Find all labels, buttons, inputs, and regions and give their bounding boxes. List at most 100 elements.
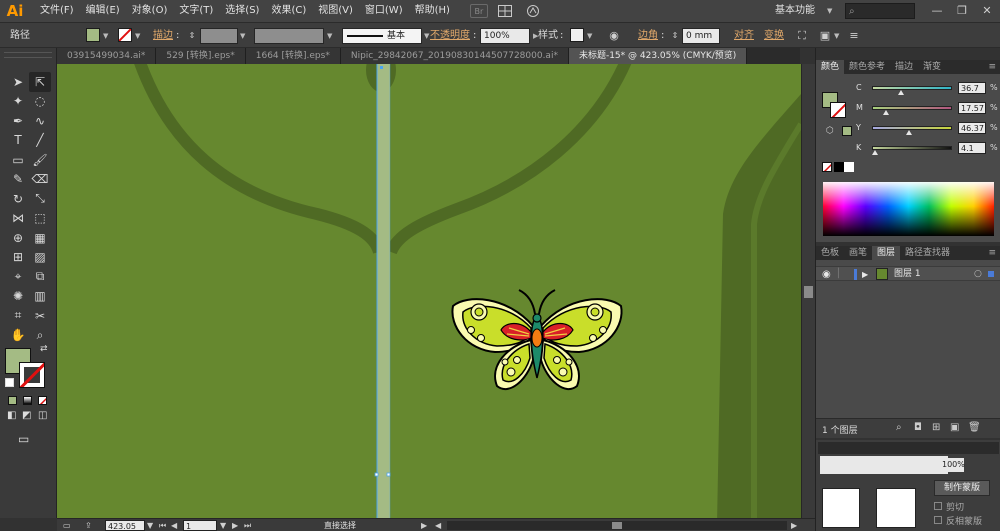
- slider-knob[interactable]: [872, 150, 879, 155]
- locate-object-icon[interactable]: ⌕: [896, 422, 902, 433]
- stroke-color-box[interactable]: [19, 362, 45, 388]
- selection-icon[interactable]: ➤: [7, 72, 29, 92]
- new-sublayer-icon[interactable]: ⊞: [932, 422, 940, 433]
- magic-wand-icon[interactable]: ✦: [7, 92, 29, 112]
- artboard-number-field[interactable]: 1: [183, 520, 217, 531]
- scale-icon[interactable]: ⤡: [29, 189, 51, 209]
- layer-name[interactable]: 图层 1: [894, 268, 921, 281]
- curvature-icon[interactable]: ∿: [29, 111, 51, 131]
- document-tab[interactable]: Nipic_29842067_20190830144507728000.ai*: [340, 48, 569, 64]
- screen-mode-icon[interactable]: ▭: [18, 432, 29, 446]
- lasso-icon[interactable]: ◌: [29, 92, 51, 112]
- eyedropper-icon[interactable]: ⌖: [7, 267, 29, 287]
- hscroll-left-icon[interactable]: ◀: [435, 520, 441, 531]
- chevron-down-icon[interactable]: ▼: [827, 0, 832, 22]
- select-similar-dropdown-icon[interactable]: ▼: [834, 28, 839, 44]
- shape-builder-icon[interactable]: ⊕: [7, 228, 29, 248]
- close-button[interactable]: ✕: [975, 0, 999, 22]
- delete-layer-icon[interactable]: 🗑: [968, 422, 981, 433]
- make-mask-button[interactable]: 制作蒙版: [934, 480, 990, 496]
- zoom-icon[interactable]: ⌕: [29, 326, 51, 346]
- slider-knob[interactable]: [898, 90, 905, 95]
- document-tab[interactable]: 03915499034.ai*: [57, 48, 157, 64]
- panel-tab[interactable]: 描边: [890, 60, 918, 74]
- first-artboard-button[interactable]: ⏮: [159, 520, 166, 531]
- stroke-weight-stepper-icon[interactable]: ⇕: [183, 28, 201, 44]
- rotate-icon[interactable]: ↻: [7, 189, 29, 209]
- none-mode-icon[interactable]: [38, 396, 47, 405]
- stroke-weight-dropdown-icon[interactable]: ▼: [240, 28, 245, 44]
- hand-icon[interactable]: ✋: [7, 326, 29, 346]
- panel-menu-icon[interactable]: ≡: [845, 28, 863, 44]
- opacity-field[interactable]: 100%: [480, 28, 530, 44]
- menu-item[interactable]: 对象(O): [126, 0, 174, 22]
- channel-value-field[interactable]: 4.1: [958, 142, 986, 154]
- none-color-swatch[interactable]: [822, 162, 832, 172]
- corner-radius-field[interactable]: 0 mm: [682, 28, 720, 44]
- menu-item[interactable]: 帮助(H): [409, 0, 456, 22]
- line-segment-icon[interactable]: ╱: [29, 131, 51, 151]
- slider-knob[interactable]: [883, 110, 890, 115]
- layer-row[interactable]: ◉ ▏ ▶ 图层 1 ○: [816, 266, 1000, 281]
- workspace-switcher[interactable]: 基本功能: [775, 0, 815, 22]
- previous-artboard-button[interactable]: ◀: [171, 520, 177, 531]
- artboard-dropdown-icon[interactable]: ▼: [220, 520, 226, 531]
- swap-fill-stroke-icon[interactable]: ⇄: [40, 344, 48, 354]
- opacity-label[interactable]: 不透明度: [430, 28, 470, 44]
- draw-normal-icon[interactable]: ◧: [7, 410, 16, 421]
- vertical-scrollbar[interactable]: [801, 64, 815, 518]
- recolor-artwork-icon[interactable]: ◉: [605, 28, 623, 44]
- selection-indicator[interactable]: [988, 271, 994, 277]
- isolate-object-icon[interactable]: ⛶: [793, 28, 811, 44]
- hscroll-thumb[interactable]: [612, 522, 622, 529]
- hscroll-right-icon[interactable]: ▶: [791, 520, 797, 531]
- panel-tab[interactable]: 颜色参考: [844, 60, 890, 74]
- color-stroke-box[interactable]: [830, 102, 846, 118]
- gradient-mode-icon[interactable]: [23, 396, 32, 405]
- make-clipping-mask-icon[interactable]: ◘: [914, 422, 922, 433]
- gpu-performance-icon[interactable]: [522, 3, 544, 19]
- paintbrush-icon[interactable]: 🖌: [29, 150, 51, 170]
- channel-slider[interactable]: [872, 146, 952, 150]
- anchor-point[interactable]: [380, 66, 383, 69]
- stroke-swatch[interactable]: [118, 28, 132, 42]
- black-swatch[interactable]: [834, 162, 844, 172]
- zoom-field[interactable]: 423.05: [105, 520, 145, 531]
- panel-tab[interactable]: 色板: [816, 246, 844, 260]
- eraser-icon[interactable]: ⌫: [29, 170, 51, 190]
- anchor-point[interactable]: [374, 472, 379, 477]
- brush-dropdown-icon[interactable]: ▼: [424, 28, 429, 44]
- color-mode-icon[interactable]: [8, 396, 17, 405]
- clip-checkbox[interactable]: [934, 502, 942, 510]
- panel-grip[interactable]: [4, 52, 52, 58]
- last-artboard-button[interactable]: ⏭: [244, 520, 251, 531]
- pencil-icon[interactable]: ✎: [7, 170, 29, 190]
- menu-item[interactable]: 选择(S): [219, 0, 265, 22]
- panel-tab[interactable]: 路径查找器: [900, 246, 955, 260]
- channel-value-field[interactable]: 46.37: [958, 122, 986, 134]
- panel-tab[interactable]: 画笔: [844, 246, 872, 260]
- width-icon[interactable]: ⋈: [7, 209, 29, 229]
- horizontal-scrollbar[interactable]: [447, 521, 787, 530]
- lock-toggle[interactable]: ▏: [838, 268, 845, 281]
- blend-mode-dropdown[interactable]: [820, 456, 948, 474]
- expand-triangle-icon[interactable]: ▶: [862, 268, 868, 281]
- document-tab[interactable]: 529 [转换].eps*: [156, 48, 246, 64]
- transform-link[interactable]: 变换: [764, 28, 784, 44]
- invert-mask-checkbox[interactable]: [934, 516, 942, 524]
- fill-dropdown-icon[interactable]: ▼: [103, 28, 108, 44]
- mesh-icon[interactable]: ⊞: [7, 248, 29, 268]
- color-spectrum[interactable]: [823, 182, 994, 236]
- free-transform-icon[interactable]: ⬚: [29, 209, 51, 229]
- menu-item[interactable]: 文字(T): [173, 0, 219, 22]
- menu-item[interactable]: 效果(C): [265, 0, 312, 22]
- draw-behind-icon[interactable]: ◩: [22, 410, 31, 421]
- status-menu-icon[interactable]: ▶: [421, 520, 427, 531]
- default-colors-icon[interactable]: [5, 378, 14, 387]
- align-link[interactable]: 对齐: [734, 28, 754, 44]
- anchor-point[interactable]: [386, 472, 391, 477]
- zoom-dropdown-icon[interactable]: ▼: [147, 520, 153, 531]
- artboard-nav-icon[interactable]: ▭: [63, 520, 71, 531]
- minimize-button[interactable]: —: [925, 0, 949, 22]
- fill-swatch[interactable]: [86, 28, 100, 42]
